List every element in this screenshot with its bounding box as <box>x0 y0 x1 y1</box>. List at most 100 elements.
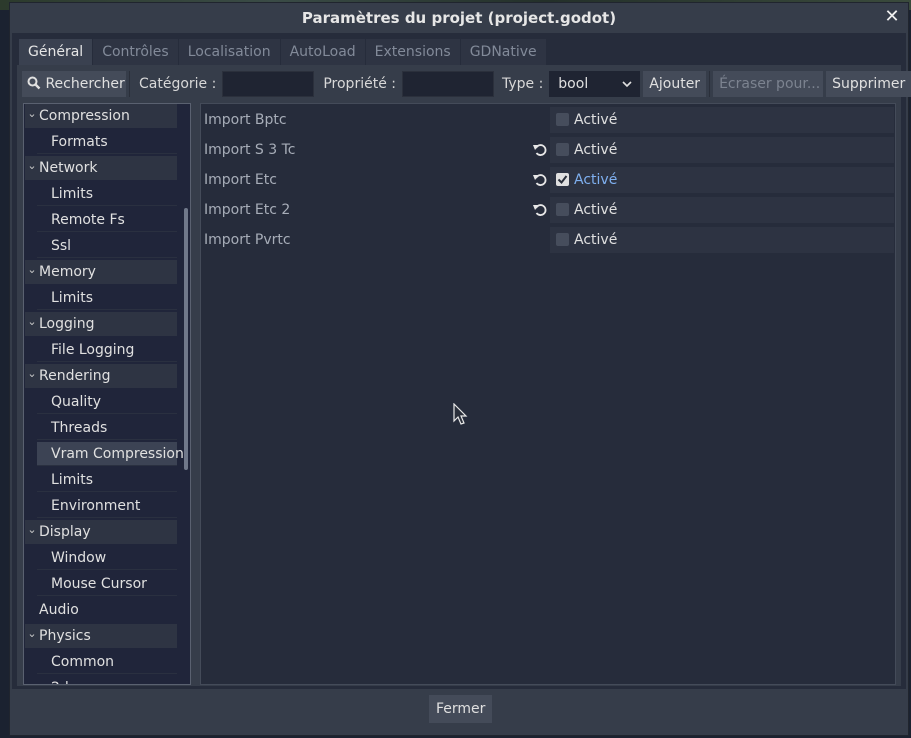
toolbar-separator <box>129 71 130 97</box>
tree-row-label: Threads <box>51 420 108 436</box>
tree-section-network[interactable]: ⌄ Network <box>25 156 177 180</box>
tree-row-label: Logging <box>39 316 95 332</box>
tree-section-rendering[interactable]: ⌄ Rendering <box>25 364 177 388</box>
tree-item-limits[interactable]: Limits <box>37 286 177 310</box>
property-value[interactable]: Activé <box>550 227 894 253</box>
chevron-down-icon[interactable]: ⌄ <box>25 310 39 334</box>
tab-bar: Général Contrôles Localisation AutoLoad … <box>19 39 547 65</box>
chevron-down-icon[interactable]: ⌄ <box>25 104 39 126</box>
search-icon <box>27 76 41 90</box>
tab-extensions[interactable]: Extensions <box>365 39 461 65</box>
tree-row-label: Quality <box>51 394 102 410</box>
property-value[interactable]: Activé <box>550 197 894 223</box>
tree-item-environment[interactable]: Environment <box>37 494 177 518</box>
tree-row-label: Audio <box>39 602 79 618</box>
checkbox-unchecked-icon[interactable] <box>556 233 569 246</box>
tree-row-label: Vram Compression <box>51 446 184 462</box>
category-input[interactable] <box>222 71 315 97</box>
tree-item-quality[interactable]: Quality <box>37 390 177 414</box>
tree-row-label: Remote Fs <box>51 212 125 228</box>
tree-section-display[interactable]: ⌄ Display <box>25 520 177 544</box>
chevron-down-icon[interactable]: ⌄ <box>25 362 39 386</box>
tree-section-physics[interactable]: ⌄ Physics <box>25 624 177 648</box>
tree-section-logging[interactable]: ⌄ Logging <box>25 312 177 336</box>
tree-row-label: Memory <box>39 264 96 280</box>
property-row: Import S 3 Tc Activé <box>204 136 894 164</box>
close-icon[interactable]: ✕ <box>882 7 902 27</box>
checkbox-unchecked-icon[interactable] <box>556 203 569 216</box>
tree-row-label: 2d <box>51 680 69 684</box>
chevron-down-icon <box>622 81 632 88</box>
tree-row-label: Physics <box>39 628 91 644</box>
revert-icon[interactable] <box>533 143 547 157</box>
tree-row-label: Rendering <box>39 368 111 384</box>
dialog-title: Paramètres du projet (project.godot) <box>301 9 617 27</box>
property-label: Import Bptc <box>204 112 287 128</box>
property-inspector: Import Bptc Activé Import S 3 Tc Activé Impo… <box>200 103 896 685</box>
checkbox-label: Activé <box>574 202 618 218</box>
revert-icon[interactable] <box>533 173 547 187</box>
tree-section-compression[interactable]: ⌄ Compression <box>25 104 177 128</box>
tree-row-label: Formats <box>51 134 108 150</box>
mouse-pointer-icon <box>453 403 468 425</box>
tree-section-memory[interactable]: ⌄ Memory <box>25 260 177 284</box>
property-label: Import S 3 Tc <box>204 142 296 158</box>
category-tree[interactable]: ⌄ Compression Formats ⌄ Network Limits Remote … <box>23 103 191 685</box>
tree-item-limits[interactable]: Limits <box>37 182 177 206</box>
tree-item-2d[interactable]: 2d <box>37 676 177 684</box>
tree-item-threads[interactable]: Threads <box>37 416 177 440</box>
chevron-down-icon[interactable]: ⌄ <box>25 518 39 542</box>
toolbar-separator <box>709 71 711 97</box>
project-settings-dialog: Paramètres du projet (project.godot) ✕ G… <box>9 2 911 736</box>
search-button[interactable]: Rechercher <box>22 71 126 97</box>
tab-controls[interactable]: Contrôles <box>93 39 179 65</box>
tree-row-label: File Logging <box>51 342 135 358</box>
checkbox-unchecked-icon[interactable] <box>556 113 569 126</box>
dialog-titlebar[interactable]: Paramètres du projet (project.godot) ✕ <box>10 3 908 33</box>
property-label: Import Etc 2 <box>204 202 291 218</box>
tree-item-mouse-cursor[interactable]: Mouse Cursor <box>37 572 177 596</box>
property-input[interactable] <box>401 71 494 97</box>
property-row: Import Pvrtc Activé <box>204 226 894 254</box>
tree-item-formats[interactable]: Formats <box>37 130 177 154</box>
tree-item-common[interactable]: Common <box>37 650 177 674</box>
add-button[interactable]: Ajouter <box>643 71 707 97</box>
tree-item-vram-compression[interactable]: Vram Compression <box>37 442 184 466</box>
override-for-button[interactable]: Écraser pour... <box>713 71 824 97</box>
checkbox-label: Activé <box>574 172 618 188</box>
tree-item-remote-fs[interactable]: Remote Fs <box>37 208 177 232</box>
property-value[interactable]: Activé <box>550 107 894 133</box>
tab-general[interactable]: Général <box>19 39 94 65</box>
revert-icon[interactable] <box>533 203 547 217</box>
checkbox-unchecked-icon[interactable] <box>556 143 569 156</box>
tree-item-limits[interactable]: Limits <box>37 468 177 492</box>
tree-row-label: Limits <box>51 186 93 202</box>
delete-button[interactable]: Supprimer <box>826 71 911 97</box>
tree-row-label: Display <box>39 524 91 540</box>
tree-scrollbar[interactable] <box>184 208 188 470</box>
chevron-down-icon[interactable]: ⌄ <box>25 622 39 646</box>
tree-item-ssl[interactable]: Ssl <box>37 234 177 258</box>
tab-autoload[interactable]: AutoLoad <box>280 39 366 65</box>
close-button[interactable]: Fermer <box>429 695 493 723</box>
tree-item-window[interactable]: Window <box>37 546 177 570</box>
type-select[interactable]: bool <box>549 71 641 97</box>
tree-row-label: Network <box>39 160 98 176</box>
property-row: Import Bptc Activé <box>204 106 894 134</box>
tab-localization[interactable]: Localisation <box>178 39 281 65</box>
property-label: Import Pvrtc <box>204 232 291 248</box>
chevron-down-icon[interactable]: ⌄ <box>25 258 39 282</box>
tree-row-label: Environment <box>51 498 141 514</box>
tree-row-label: Common <box>51 654 115 670</box>
tree-section-audio[interactable]: Audio <box>25 598 177 622</box>
chevron-down-icon[interactable]: ⌄ <box>25 154 39 178</box>
checkmark-icon <box>557 175 568 185</box>
property-label: Propriété : <box>323 76 396 92</box>
dialog-body: Général Contrôles Localisation AutoLoad … <box>12 33 911 689</box>
checkbox-checked-icon[interactable] <box>556 173 569 186</box>
tree-row-label: Window <box>51 550 107 566</box>
tree-item-file-logging[interactable]: File Logging <box>37 338 177 362</box>
property-value[interactable]: Activé <box>550 167 894 193</box>
tab-gdnative[interactable]: GDNative <box>460 39 547 65</box>
property-value[interactable]: Activé <box>550 137 894 163</box>
